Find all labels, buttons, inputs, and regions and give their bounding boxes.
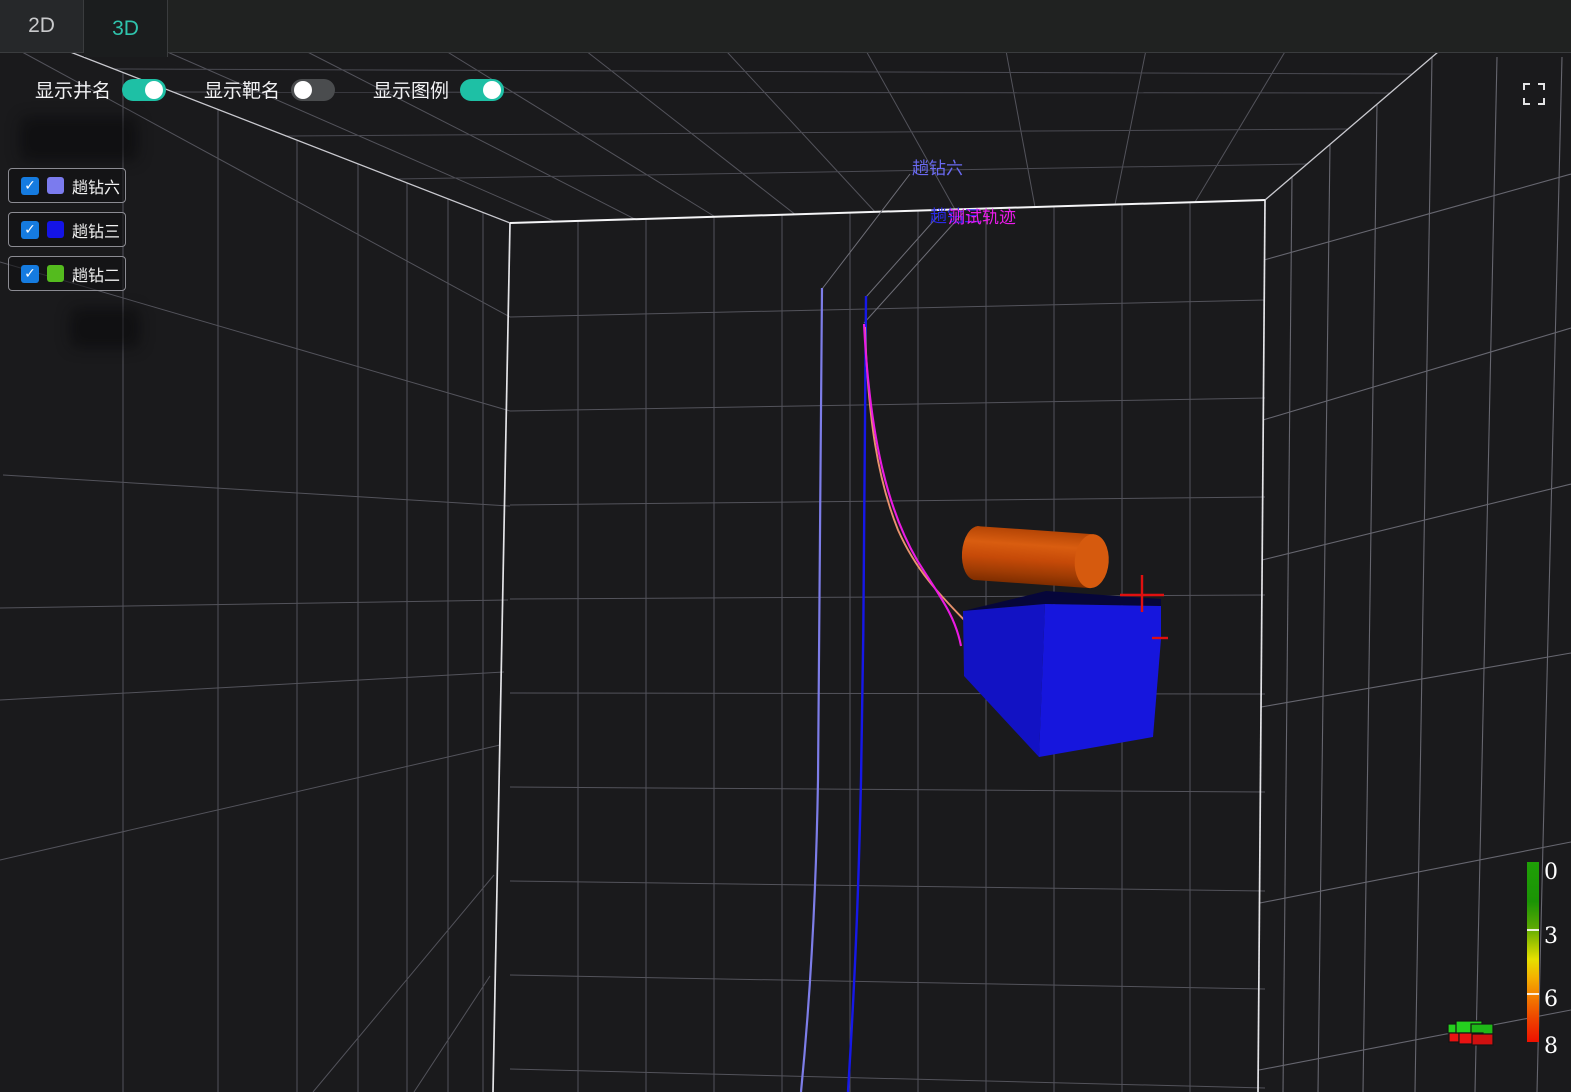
toggle-show-target-names-switch[interactable] [291, 79, 335, 101]
tab-3d-label: 3D [112, 17, 139, 41]
switch-knob [145, 81, 163, 99]
legend-item-well6[interactable]: ✓ 趟钻六 [8, 168, 126, 203]
fullscreen-icon [1522, 82, 1546, 106]
label-test-track: 测试轨迹 [948, 208, 1016, 227]
tab-2d[interactable]: 2D [0, 0, 84, 52]
toggle-show-target-names: 显示靶名 [204, 76, 335, 103]
switch-knob [483, 81, 501, 99]
depth-colorbar: 0 3 6 8 [1527, 860, 1558, 1059]
trajectory-test [864, 324, 961, 646]
toggle-show-legend-switch[interactable] [460, 79, 504, 101]
legend-checkbox[interactable]: ✓ [21, 265, 39, 283]
trajectory-well6 [801, 288, 822, 1092]
legend-item-well2[interactable]: ✓ 趟钻二 [8, 256, 126, 291]
fullscreen-button[interactable] [1522, 82, 1546, 106]
scene-3d-viewport[interactable]: 趟钻六 趟钻三 测试轨迹 0 3 6 8 [0, 0, 1571, 1092]
legend-item-well3[interactable]: ✓ 趟钻三 [8, 212, 126, 247]
tab-3d[interactable]: 3D [84, 0, 168, 57]
toggle-show-target-names-label: 显示靶名 [204, 76, 280, 103]
legend-checkbox[interactable]: ✓ [21, 221, 39, 239]
well-legend: ✓ 趟钻六 ✓ 趟钻三 ✓ 趟钻二 [8, 168, 126, 300]
smudge-patch [20, 117, 138, 161]
legend-item-label: 趟钻二 [72, 262, 120, 286]
label-well6: 趟钻六 [912, 159, 963, 178]
tab-2d-label: 2D [28, 14, 55, 38]
legend-item-label: 趟钻三 [72, 218, 120, 242]
wireframe-grid [0, 40, 1571, 1092]
label-tie-lines [822, 174, 963, 323]
trajectory-well3 [848, 296, 866, 1092]
display-options-toolbar: 显示井名 显示靶名 显示图例 [35, 76, 504, 103]
colorbar-label-3: 3 [1544, 924, 1558, 949]
toggle-show-well-names-switch[interactable] [122, 79, 166, 101]
well2-color-swatch [47, 265, 64, 282]
colorbar-label-8: 8 [1544, 1034, 1558, 1059]
colorbar-label-6: 6 [1544, 987, 1558, 1012]
well-trajectories [801, 288, 972, 1092]
toggle-show-legend-label: 显示图例 [373, 76, 449, 103]
colorbar-label-0: 0 [1544, 860, 1558, 885]
well2-marker [1448, 1021, 1493, 1045]
switch-knob [294, 81, 312, 99]
smudge-patch [70, 308, 140, 348]
target-cylinder [960, 525, 1110, 589]
well3-color-swatch [47, 221, 64, 238]
toggle-show-well-names: 显示井名 [35, 76, 166, 103]
target-box [963, 591, 1161, 757]
toggle-show-well-names-label: 显示井名 [35, 76, 111, 103]
legend-checkbox[interactable]: ✓ [21, 177, 39, 195]
toggle-show-legend: 显示图例 [373, 76, 504, 103]
colorbar-tick-3 [1527, 929, 1539, 931]
view-tab-bar: 2D 3D [0, 0, 1571, 53]
well6-color-swatch [47, 177, 64, 194]
legend-item-label: 趟钻六 [72, 174, 120, 198]
colorbar-tick-6 [1527, 993, 1539, 995]
